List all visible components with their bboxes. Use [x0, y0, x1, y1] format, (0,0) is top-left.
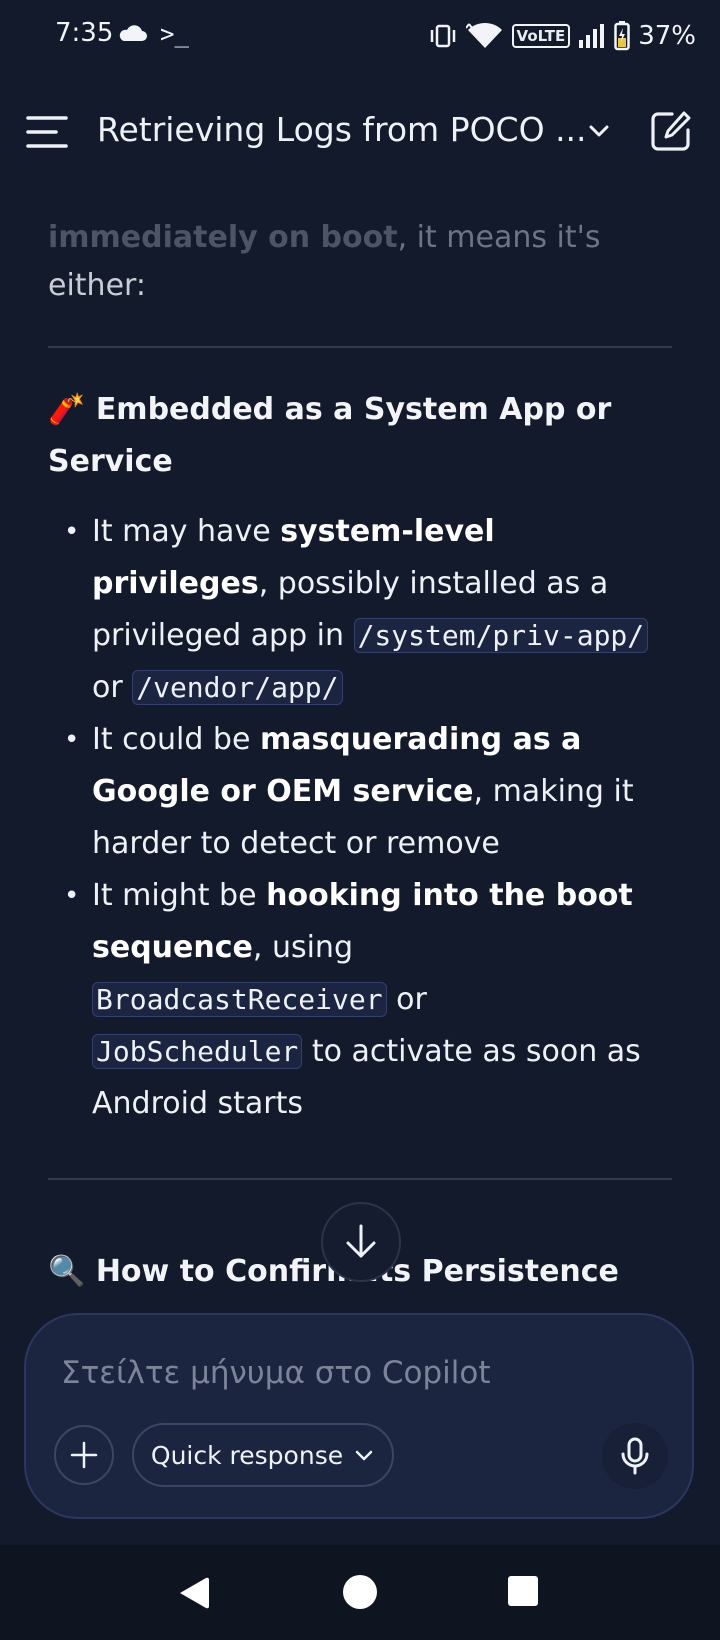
vibrate-icon: [430, 24, 455, 48]
divider: [48, 346, 672, 348]
plus-icon: [70, 1441, 98, 1469]
firecracker-icon: 🧨: [48, 392, 86, 427]
chevron-down-icon[interactable]: [586, 118, 612, 144]
battery-icon: [614, 21, 630, 51]
cloud-icon: [119, 25, 147, 41]
status-time: 7:35: [55, 18, 114, 48]
arrow-down-icon: [346, 1224, 376, 1258]
back-icon[interactable]: [178, 1575, 210, 1611]
recents-icon[interactable]: [508, 1576, 538, 1606]
terminal-icon: >_: [160, 20, 189, 48]
wifi-icon: [465, 22, 502, 48]
message-composer: Στείλτε μήνυμα στο Copilot Quick respons…: [24, 1313, 694, 1519]
quick-response-label: Quick response: [150, 1440, 344, 1470]
divider: [48, 1178, 672, 1180]
code-inline: JobScheduler: [92, 1034, 303, 1069]
code-inline: BroadcastReceiver: [92, 982, 387, 1017]
section-heading-system-app: 🧨 Embedded as a System App or Service: [48, 392, 612, 479]
faded-text-line: immediately on boot, it means it's: [48, 220, 601, 255]
system-nav-bar: [0, 1545, 720, 1640]
chat-header: Retrieving Logs from POCO ...: [0, 96, 720, 168]
bullet-list: It may have system-level privileges, pos…: [48, 506, 672, 1130]
either-text: either:: [48, 268, 146, 303]
list-item: It might be hooking into the boot sequen…: [48, 870, 672, 1130]
scroll-down-button[interactable]: [321, 1202, 401, 1282]
add-attachment-button[interactable]: [54, 1425, 114, 1485]
list-item: It may have system-level privileges, pos…: [48, 506, 672, 714]
chevron-down-icon: [355, 1450, 373, 1461]
microphone-button[interactable]: [602, 1423, 668, 1489]
new-chat-icon[interactable]: [650, 110, 692, 152]
battery-percent: 37%: [638, 21, 696, 51]
volte-badge: VoLTE: [511, 24, 571, 48]
menu-icon[interactable]: [26, 114, 70, 150]
code-inline: /vendor/app/: [132, 670, 343, 705]
quick-response-dropdown[interactable]: Quick response: [132, 1423, 394, 1487]
message-input[interactable]: Στείλτε μήνυμα στο Copilot: [61, 1355, 491, 1391]
conversation-title[interactable]: Retrieving Logs from POCO ...: [97, 110, 587, 149]
code-inline: /system/priv-app/: [353, 618, 649, 653]
signal-icon: [579, 24, 605, 48]
message-content: immediately on boot, it means it's eithe…: [48, 212, 672, 1180]
magnifier-icon: 🔍: [48, 1254, 86, 1289]
status-bar: 7:35 >_ VoLTE 37%: [0, 0, 720, 72]
list-item: It could be masquerading as a Google or …: [48, 714, 672, 870]
microphone-icon: [621, 1437, 649, 1475]
home-icon[interactable]: [343, 1575, 377, 1609]
